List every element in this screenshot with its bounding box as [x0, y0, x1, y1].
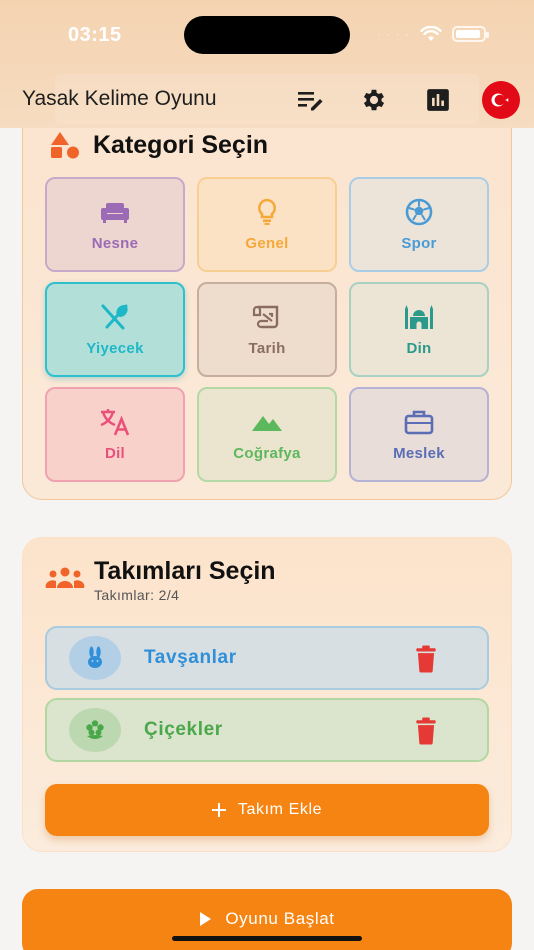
category-tile-genel[interactable]: Genel — [197, 177, 337, 272]
app-title: Yasak Kelime Oyunu — [22, 87, 217, 110]
nav-bar: Yasak Kelime Oyunu — [0, 72, 534, 126]
bar-chart-icon — [427, 89, 449, 111]
team-section-title: Takımları Seçin — [94, 557, 276, 585]
status-time: 03:15 — [68, 24, 122, 46]
category-label: Nesne — [91, 235, 139, 252]
turkey-flag-icon — [491, 93, 509, 107]
language-flag-button[interactable] — [482, 81, 520, 119]
flower-icon — [86, 720, 104, 739]
category-label: Spor — [401, 235, 437, 252]
team-name: Çiçekler — [144, 719, 223, 740]
add-team-label: Takım Ekle — [237, 801, 323, 818]
home-indicator — [172, 936, 362, 941]
stats-button[interactable] — [424, 86, 452, 114]
team-count: Takımlar: 2/4 — [94, 587, 180, 603]
sofa-icon — [101, 203, 129, 223]
lightbulb-icon — [258, 198, 276, 225]
settings-button[interactable] — [360, 86, 388, 114]
start-game-label: Oyunu Başlat — [225, 909, 335, 928]
scroll-icon — [252, 305, 279, 329]
shapes-icon — [51, 132, 79, 159]
category-label: Coğrafya — [233, 445, 301, 462]
status-indicators: · · · · — [377, 26, 489, 42]
category-label: Tarih — [248, 340, 286, 357]
category-tile-yiyecek[interactable]: Yiyecek — [45, 282, 185, 377]
team-avatar — [69, 708, 121, 752]
rabbit-icon — [88, 646, 102, 668]
category-label: Genel — [245, 235, 289, 252]
category-section-title: Kategori Seçin — [93, 131, 269, 159]
category-tile-spor[interactable]: Spor — [349, 177, 489, 272]
mosque-icon — [405, 305, 433, 329]
category-tile-meslek[interactable]: Meslek — [349, 387, 489, 482]
delete-team-button[interactable] — [413, 717, 439, 745]
category-tile-cografya[interactable]: Coğrafya — [197, 387, 337, 482]
category-label: Meslek — [393, 445, 445, 462]
plus-icon — [211, 803, 226, 817]
category-card: Kategori Seçin Nesne Genel Spor Yiyecek … — [22, 100, 512, 500]
team-card: Takımları Seçin Takımlar: 2/4 Tavşanlar — [22, 537, 512, 852]
category-tile-din[interactable]: Din — [349, 282, 489, 377]
soccer-ball-icon — [405, 198, 433, 226]
category-label: Din — [406, 340, 432, 357]
word-list-edit-button[interactable] — [296, 86, 324, 114]
category-tile-nesne[interactable]: Nesne — [45, 177, 185, 272]
category-label: Yiyecek — [86, 340, 144, 357]
category-tile-tarih[interactable]: Tarih — [197, 282, 337, 377]
battery-icon — [452, 26, 489, 42]
team-name: Tavşanlar — [144, 647, 237, 668]
gear-icon — [363, 89, 385, 111]
add-team-button[interactable]: Takım Ekle — [45, 784, 489, 836]
team-avatar — [69, 636, 121, 680]
team-row-tavsanlar[interactable]: Tavşanlar — [45, 626, 489, 690]
briefcase-icon — [404, 410, 434, 435]
category-tile-dil[interactable]: Dil — [45, 387, 185, 482]
utensils-icon — [101, 304, 128, 330]
mountain-icon — [252, 416, 282, 431]
category-label: Dil — [104, 445, 126, 462]
list-edit-icon — [298, 92, 323, 111]
play-icon — [200, 912, 212, 926]
signal-dots: · · · · — [377, 27, 410, 41]
dynamic-island — [184, 16, 350, 54]
translate-icon — [100, 409, 130, 436]
top-band: 03:15 · · · · Yasak Kelime Oyunu — [0, 0, 534, 128]
team-row-cicekler[interactable]: Çiçekler — [45, 698, 489, 762]
group-icon — [45, 567, 85, 588]
delete-team-button[interactable] — [413, 645, 439, 673]
status-bar: 03:15 · · · · — [0, 0, 534, 70]
wifi-icon — [420, 26, 442, 41]
